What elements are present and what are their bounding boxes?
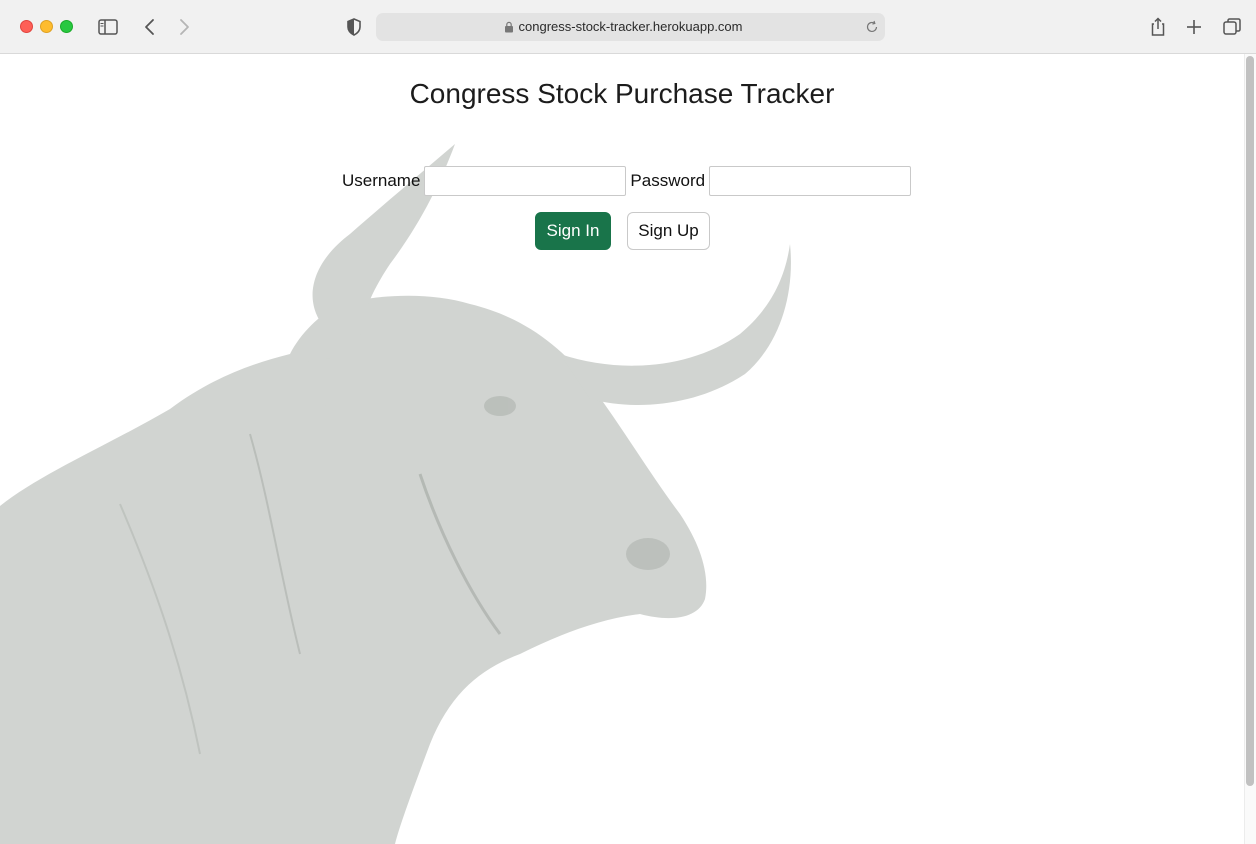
- url-text: congress-stock-tracker.herokuapp.com: [518, 19, 743, 34]
- shield-icon[interactable]: [342, 15, 366, 39]
- sign-up-button[interactable]: Sign Up: [627, 212, 710, 250]
- browser-toolbar: congress-stock-tracker.herokuapp.com: [0, 0, 1256, 54]
- address-bar[interactable]: congress-stock-tracker.herokuapp.com: [376, 13, 885, 41]
- new-tab-icon[interactable]: [1182, 15, 1206, 39]
- minimize-window-button[interactable]: [40, 20, 53, 33]
- password-label: Password: [630, 171, 706, 190]
- forward-icon[interactable]: [172, 15, 196, 39]
- scrollbar-thumb[interactable]: [1246, 56, 1254, 786]
- password-input[interactable]: [709, 166, 912, 196]
- close-window-button[interactable]: [20, 20, 33, 33]
- auth-buttons: Sign In Sign Up: [535, 212, 710, 250]
- login-form: Username Password: [342, 166, 915, 196]
- username-label: Username: [342, 171, 421, 190]
- back-icon[interactable]: [138, 15, 162, 39]
- tabs-overview-icon[interactable]: [1220, 15, 1244, 39]
- page-title: Congress Stock Purchase Tracker: [409, 78, 835, 109]
- sign-in-button[interactable]: Sign In: [535, 212, 611, 250]
- zoom-window-button[interactable]: [60, 20, 73, 33]
- page-viewport: Congress Stock Purchase Tracker Username…: [0, 54, 1256, 844]
- reload-icon[interactable]: [865, 20, 879, 34]
- scrollbar[interactable]: [1244, 54, 1256, 844]
- username-input[interactable]: [424, 166, 627, 196]
- sidebar-icon[interactable]: [96, 15, 120, 39]
- share-icon[interactable]: [1146, 15, 1170, 39]
